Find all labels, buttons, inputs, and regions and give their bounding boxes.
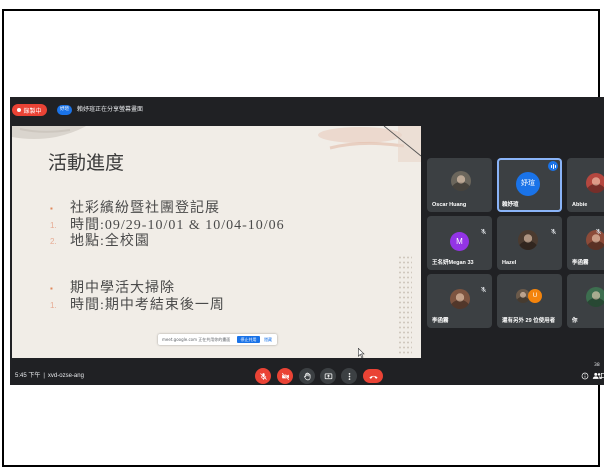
slide-list-item: ▪ 社彩繽紛暨社團登記展 [50, 201, 220, 217]
slide-item-text: 時間:09/29-10/01 & 10/04-10/06 [70, 218, 285, 233]
slide-title: 活動進度 [48, 152, 125, 174]
participant-tile[interactable]: 李函霧 [427, 274, 492, 328]
participant-tile-self[interactable]: 你 [567, 274, 604, 328]
clock-time: 5:45 下午 [15, 373, 41, 379]
presenter-avatar: 妤瑄 [57, 105, 72, 115]
number-marker: 2. [50, 237, 57, 246]
meeting-info: 5:45 下午 | xvd-ozse-ang [15, 372, 87, 380]
participant-name: Hazel [502, 260, 517, 266]
participant-name: Oscar Huang [432, 202, 467, 208]
recording-badge[interactable]: 錄製中 [12, 104, 47, 116]
camera-toggle-button[interactable] [277, 368, 293, 384]
slide-item-text: 期中學活大掃除 [70, 281, 175, 296]
participant-tile[interactable]: 李函霧 [567, 216, 604, 270]
slide-list-item: ▪ 期中學活大掃除 [50, 281, 175, 297]
slide-list-item: 1. 時間:期中考結束後一周 [50, 298, 225, 314]
meet-window: 錄製中 妤瑄 賴妤瑄正在分享螢幕畫面 活動進度 ▪ 社彩繽紛暨社團登記展 1. … [10, 97, 604, 385]
avatar [518, 230, 538, 250]
slide-list-item: 2. 地點:全校園 [50, 234, 150, 250]
end-call-button[interactable] [363, 369, 383, 383]
bullet-marker: ▪ [50, 284, 53, 293]
slide-list-item: 1. 時間:09/29-10/01 & 10/04-10/06 [50, 218, 285, 234]
hide-button[interactable]: 隱藏 [264, 334, 272, 345]
end-call-icon [368, 371, 379, 382]
bullet-marker: ▪ [50, 204, 53, 213]
dot-decoration [398, 255, 412, 355]
participant-name: 李函霧 [572, 260, 589, 266]
mic-off-icon [259, 372, 268, 381]
participant-name: 李函霧 [432, 318, 449, 324]
raise-hand-button[interactable] [299, 368, 315, 384]
participant-name: Abbie [572, 202, 588, 208]
number-marker: 1. [50, 301, 57, 310]
mic-off-icon [550, 220, 557, 235]
participant-tile-active-speaker[interactable]: 妤瑄 賴妤瑄 [497, 158, 562, 212]
camera-off-icon [281, 372, 290, 381]
present-screen-button[interactable] [320, 368, 336, 384]
info-icon[interactable] [581, 372, 589, 380]
separator: | [43, 373, 45, 379]
avatar [586, 173, 604, 193]
participant-name: 你 [572, 318, 578, 324]
slide-item-text: 時間:期中考結束後一周 [70, 298, 225, 313]
chat-icon[interactable] [600, 372, 604, 380]
avatar: 妤瑄 [516, 172, 540, 196]
share-message: meet.google.com 正在共用你的畫面 [162, 337, 231, 342]
meeting-code: xvd-ozse-ang [47, 373, 84, 379]
screen-share-bar: meet.google.com 正在共用你的畫面 停止共用 隱藏 [158, 334, 277, 345]
slide-item-text: 地點:全校園 [70, 234, 150, 249]
avatar: U [528, 289, 542, 303]
participant-tile[interactable]: Oscar Huang [427, 158, 492, 212]
presenting-status: 賴妤瑄正在分享螢幕畫面 [77, 106, 144, 113]
participant-name: 賴妤瑄 [502, 202, 519, 208]
recording-label: 錄製中 [23, 107, 42, 115]
participant-tile[interactable]: Abbie [567, 158, 604, 212]
mouse-cursor-icon [358, 343, 365, 358]
raise-hand-icon [303, 372, 312, 381]
stop-sharing-button[interactable]: 停止共用 [237, 336, 260, 343]
participant-tile-others[interactable]: U 還有另外 29 位使用者 [497, 274, 562, 328]
mic-off-icon [480, 220, 487, 235]
avatar: M [450, 232, 469, 251]
more-options-button[interactable] [341, 368, 357, 384]
more-options-icon [345, 372, 354, 381]
speaking-indicator-icon [548, 161, 558, 171]
microphone-toggle-button[interactable] [255, 368, 271, 384]
slide-item-text: 社彩繽紛暨社團登記展 [70, 201, 220, 216]
participant-name: 王名妍Megan 33 [432, 260, 474, 266]
shared-screen: 活動進度 ▪ 社彩繽紛暨社團登記展 1. 時間:09/29-10/01 & 10… [12, 126, 421, 358]
avatar [450, 289, 470, 309]
avatar [451, 171, 471, 191]
participant-name: 還有另外 29 位使用者 [502, 318, 556, 324]
participant-tile[interactable]: Hazel [497, 216, 562, 270]
recording-dot-icon [17, 108, 22, 112]
mic-off-icon [480, 278, 487, 293]
participant-tile[interactable]: M 王名妍Megan 33 [427, 216, 492, 270]
present-icon [324, 372, 333, 381]
avatar [586, 287, 604, 307]
number-marker: 1. [50, 221, 57, 230]
mic-off-icon [595, 220, 602, 235]
people-count-badge: 38 [594, 363, 600, 368]
